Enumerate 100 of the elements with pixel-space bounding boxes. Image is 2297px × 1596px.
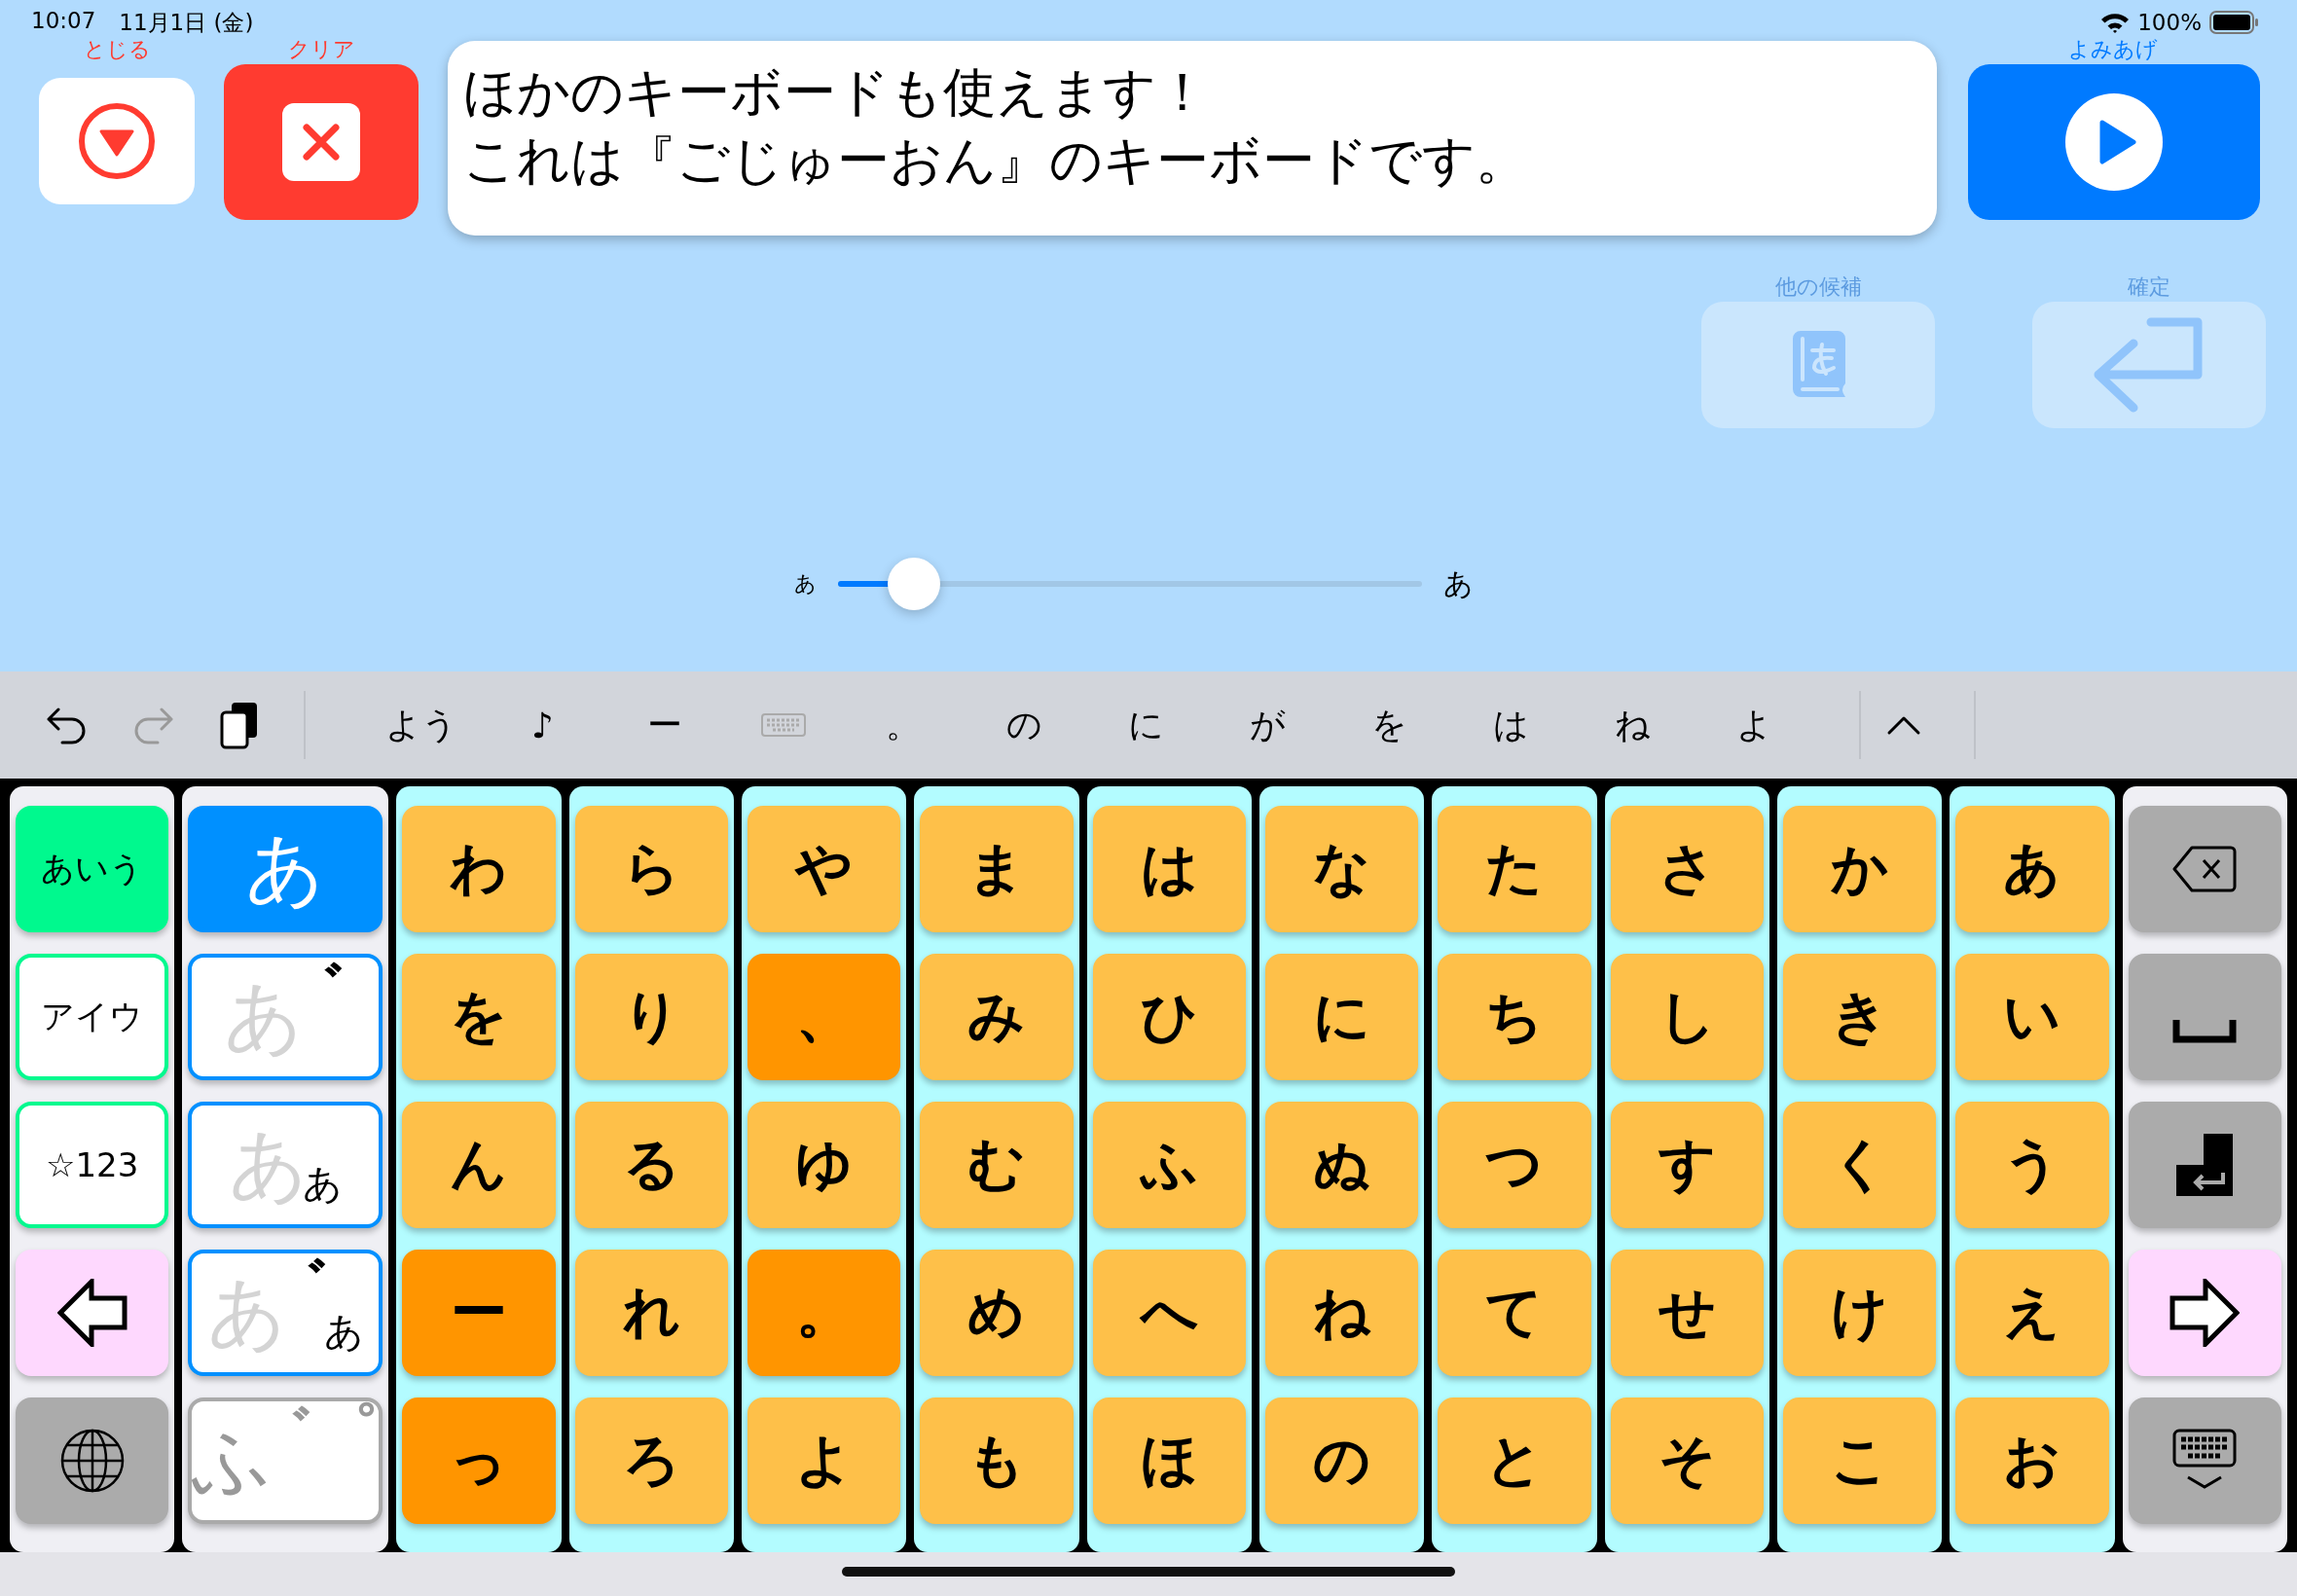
kana-key[interactable]: ゆ xyxy=(747,1102,901,1228)
status-time: 10:07 xyxy=(31,7,96,35)
suggestion-item[interactable]: ね xyxy=(1572,701,1694,749)
book-icon xyxy=(1791,331,1845,399)
kana-key[interactable]: つ xyxy=(1438,1102,1591,1228)
kana-key[interactable]: せ xyxy=(1610,1250,1764,1376)
kana-key[interactable]: ほ xyxy=(1092,1397,1246,1524)
home-indicator[interactable] xyxy=(842,1566,1455,1577)
kana-key[interactable]: き xyxy=(1783,954,1937,1080)
kana-key[interactable]: ぬ xyxy=(1265,1102,1419,1228)
kana-key[interactable]: み xyxy=(920,954,1074,1080)
suggestion-item[interactable]: を xyxy=(1329,701,1450,749)
kana-key[interactable]: と xyxy=(1438,1397,1591,1524)
kana-key[interactable]: け xyxy=(1783,1250,1937,1376)
kana-key[interactable]: っ xyxy=(402,1397,556,1524)
kana-key[interactable]: む xyxy=(920,1102,1074,1228)
kana-key[interactable]: や xyxy=(747,806,901,932)
play-icon xyxy=(2065,93,2163,191)
message-line: ほかのキーボードも使えます！ xyxy=(463,60,1210,125)
kana-key[interactable]: ふ xyxy=(1092,1102,1246,1228)
message-line: これは『ごじゅーおん』のキーボードです。 xyxy=(463,128,1529,193)
globe-key[interactable] xyxy=(16,1397,169,1524)
hide-keyboard-key[interactable] xyxy=(2128,1397,2281,1524)
kana-key[interactable]: さ xyxy=(1610,806,1764,932)
kana-key[interactable]: ー xyxy=(402,1250,556,1376)
suggestion-item[interactable]: に xyxy=(1085,701,1207,749)
suggestion-item[interactable]: ♪ xyxy=(482,705,603,745)
suggestion-item[interactable]: が xyxy=(1207,701,1329,749)
mode-key[interactable]: ☆123 xyxy=(16,1102,169,1228)
paste-icon[interactable] xyxy=(220,701,259,749)
close-label: とじる xyxy=(83,37,151,62)
space-icon xyxy=(2172,1020,2238,1043)
kana-key[interactable]: は xyxy=(1092,806,1246,932)
close-button[interactable] xyxy=(39,78,195,204)
kana-key[interactable]: わ xyxy=(402,806,556,932)
kana-key[interactable]: く xyxy=(1783,1102,1937,1228)
suggestion-item[interactable]: は xyxy=(1450,701,1572,749)
suggestion-item[interactable]: よう xyxy=(360,701,482,749)
read-aloud-label: よみあげ xyxy=(2068,37,2158,62)
undo-icon[interactable] xyxy=(45,706,88,744)
kana-key[interactable]: も xyxy=(920,1397,1074,1524)
kana-key[interactable]: す xyxy=(1610,1102,1764,1228)
kana-key[interactable]: に xyxy=(1265,954,1419,1080)
kana-key[interactable]: え xyxy=(1955,1250,2109,1376)
kana-key[interactable]: へ xyxy=(1092,1250,1246,1376)
kana-key[interactable]: て xyxy=(1438,1250,1591,1376)
battery-icon xyxy=(2209,11,2260,34)
kana-key[interactable]: 。 xyxy=(747,1250,901,1376)
kana-key[interactable]: を xyxy=(402,954,556,1080)
kana-key[interactable]: ん xyxy=(402,1102,556,1228)
kana-key[interactable]: の xyxy=(1265,1397,1419,1524)
kana-key[interactable]: ろ xyxy=(574,1397,728,1524)
kana-key[interactable]: ち xyxy=(1438,954,1591,1080)
clear-button[interactable] xyxy=(224,64,419,220)
kana-key[interactable]: ひ xyxy=(1092,954,1246,1080)
kana-key[interactable]: そ xyxy=(1610,1397,1764,1524)
kana-key[interactable]: ら xyxy=(574,806,728,932)
kana-key[interactable]: 、 xyxy=(747,954,901,1080)
kana-key[interactable]: か xyxy=(1783,806,1937,932)
slider-thumb[interactable] xyxy=(888,558,940,610)
enter-key[interactable] xyxy=(2128,1102,2281,1228)
kana-key[interactable]: る xyxy=(574,1102,728,1228)
suggestion-item[interactable]: 。 xyxy=(842,701,964,749)
kana-key[interactable]: し xyxy=(1610,954,1764,1080)
kana-key[interactable]: ね xyxy=(1265,1250,1419,1376)
kana-key[interactable]: う xyxy=(1955,1102,2109,1228)
cursor-right-key[interactable] xyxy=(2128,1250,2281,1376)
kana-key[interactable]: あ xyxy=(1955,806,2109,932)
chevron-up-icon[interactable] xyxy=(1886,714,1921,736)
message-text-box[interactable]: ほかのキーボードも使えます！ これは『ごじゅーおん』のキーボードです。 xyxy=(448,41,1937,236)
confirm-label: 確定 xyxy=(2128,274,2170,300)
kana-key[interactable]: め xyxy=(920,1250,1074,1376)
read-aloud-button[interactable] xyxy=(1968,64,2260,220)
suggestion-item[interactable]: ー xyxy=(603,701,725,749)
small-size-label: あ xyxy=(794,570,817,598)
enter-icon xyxy=(2176,1134,2234,1196)
font-size-slider[interactable] xyxy=(838,557,1422,611)
chevron-down-circle-icon xyxy=(78,102,156,180)
cursor-left-key[interactable] xyxy=(16,1250,169,1376)
arrow-left-icon xyxy=(56,1279,128,1347)
kana-key[interactable]: お xyxy=(1955,1397,2109,1524)
backspace-icon xyxy=(2172,845,2238,893)
suggestion-item[interactable]: よ xyxy=(1694,701,1815,749)
close-icon xyxy=(282,103,360,181)
suggestion-item[interactable]: の xyxy=(964,701,1085,749)
kana-key[interactable]: よ xyxy=(747,1397,901,1524)
mode-key[interactable]: アイウ xyxy=(16,954,169,1080)
space-key[interactable] xyxy=(2128,954,2281,1080)
kana-key[interactable]: り xyxy=(574,954,728,1080)
kana-key[interactable]: な xyxy=(1265,806,1419,932)
status-date: 11月1日 (金) xyxy=(119,8,254,37)
kana-key[interactable]: い xyxy=(1955,954,2109,1080)
kana-key[interactable]: ま xyxy=(920,806,1074,932)
kana-key[interactable]: こ xyxy=(1783,1397,1937,1524)
return-icon xyxy=(2093,316,2206,414)
backspace-key[interactable] xyxy=(2128,806,2281,932)
candidates-label: 他の候補 xyxy=(1774,274,1862,300)
kana-key[interactable]: た xyxy=(1438,806,1591,932)
mode-key[interactable]: あいう xyxy=(16,806,169,932)
kana-key[interactable]: れ xyxy=(574,1250,728,1376)
